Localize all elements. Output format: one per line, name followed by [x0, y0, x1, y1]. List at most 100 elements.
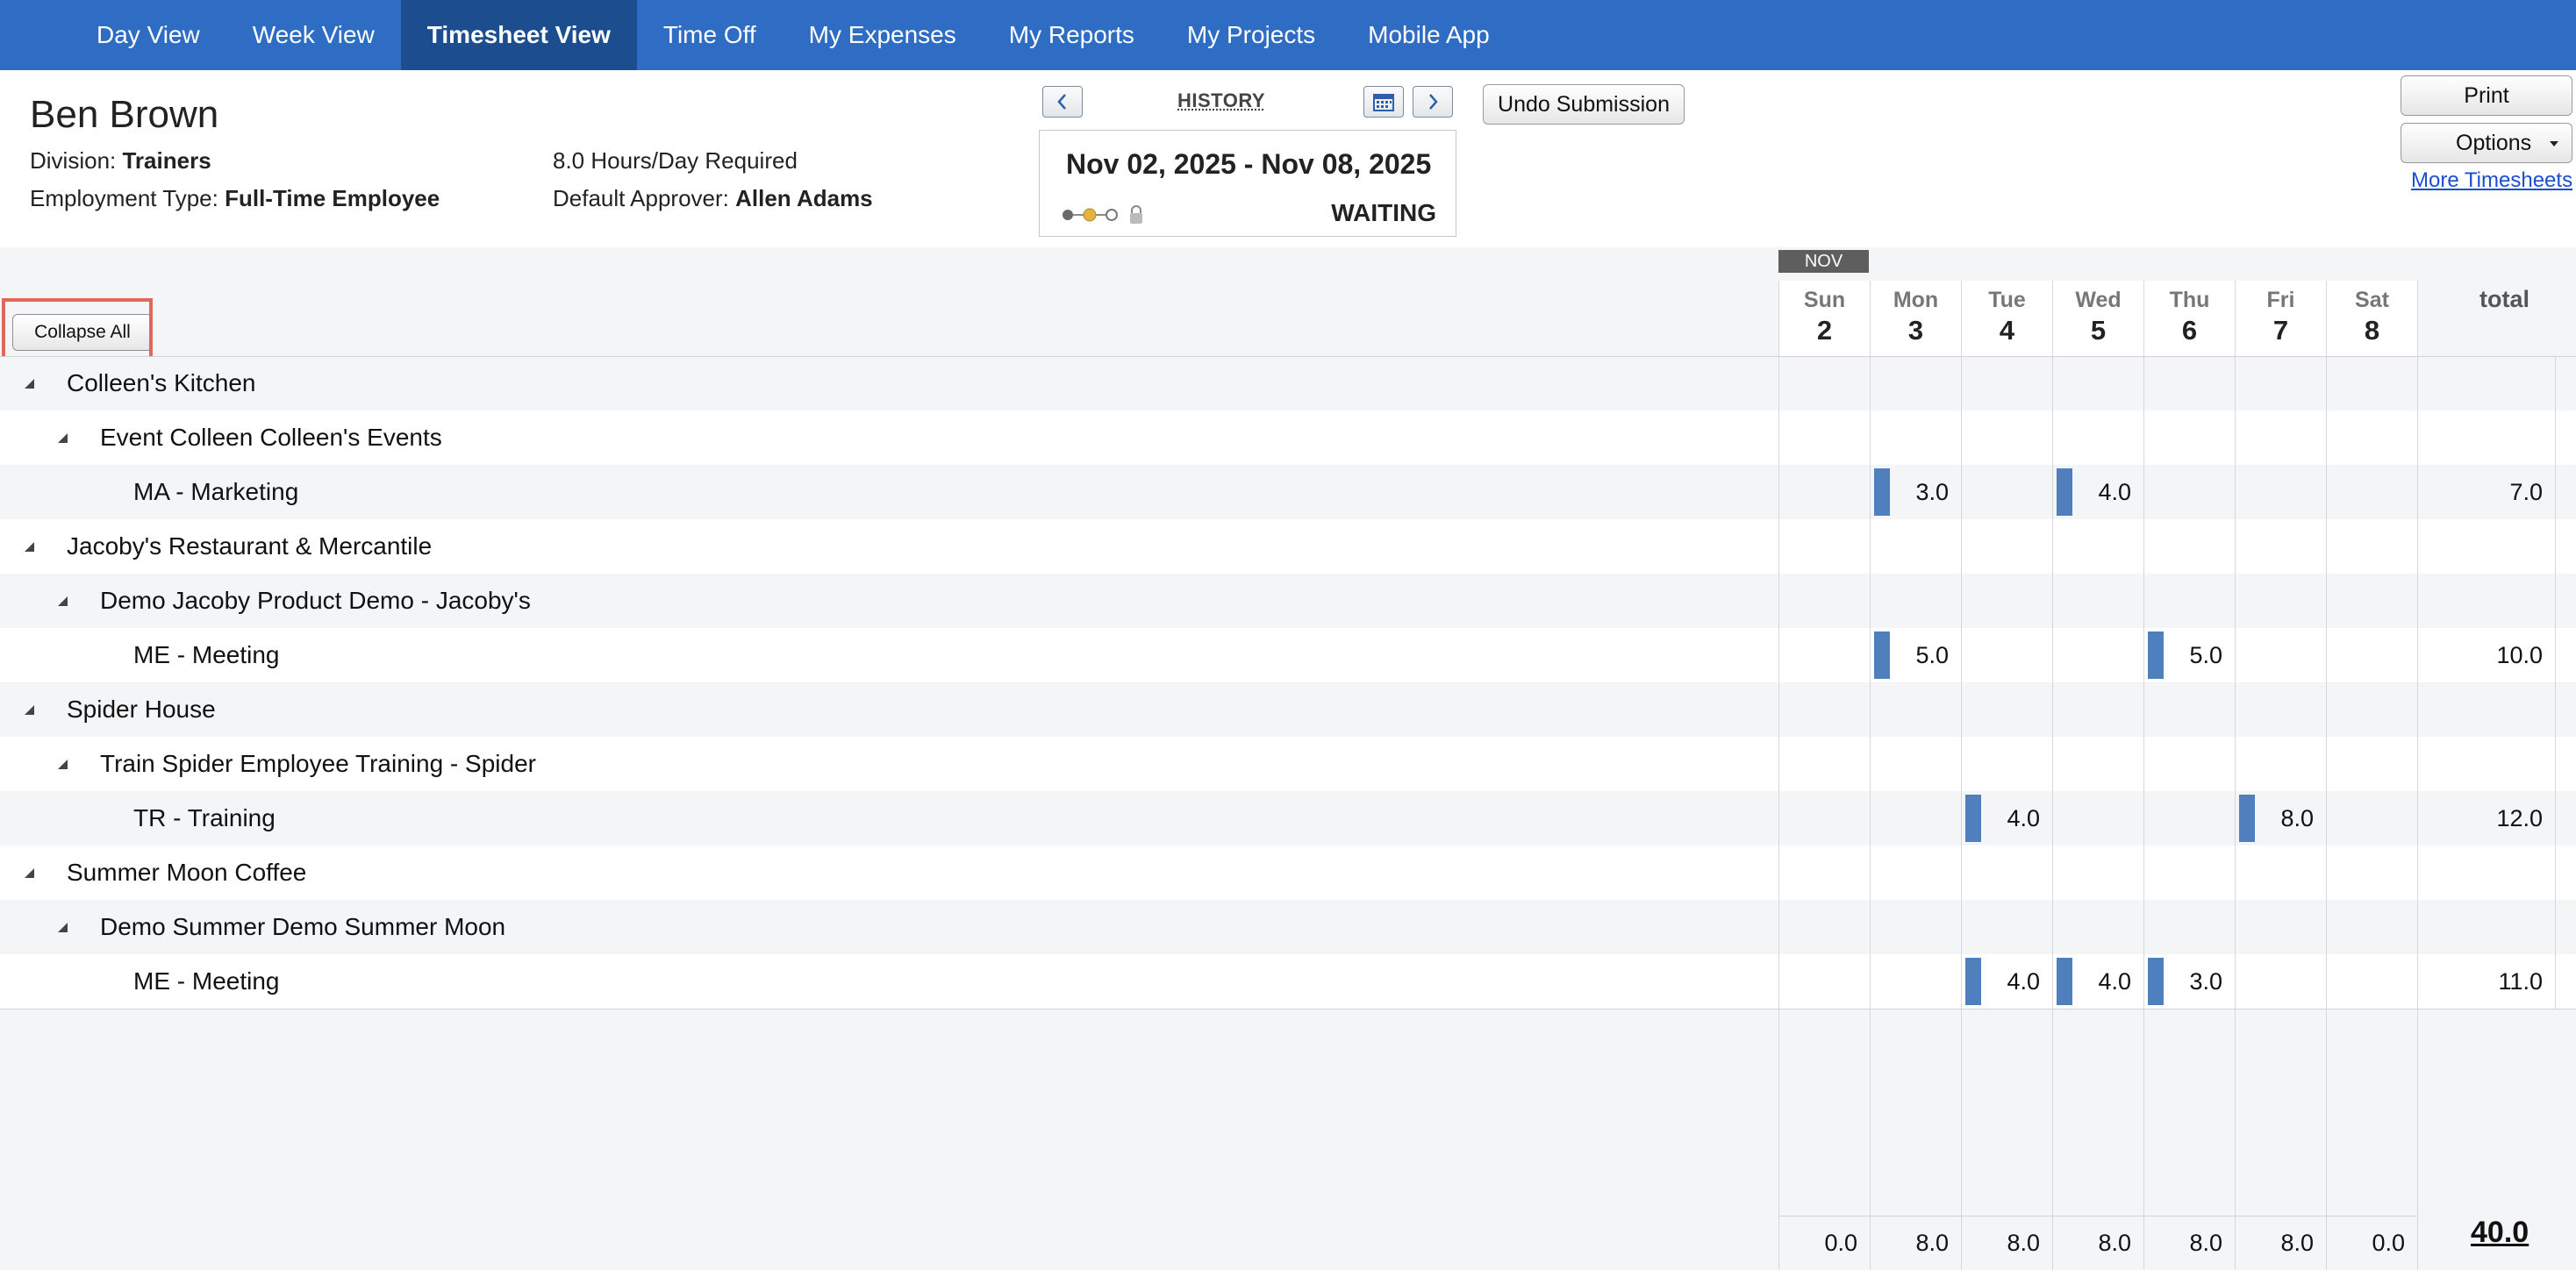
collapse-triangle-icon[interactable] — [54, 593, 70, 609]
hours-cell — [2235, 519, 2326, 574]
hours-cell[interactable]: 3.0 — [1870, 465, 1961, 519]
nav-tab-day-view[interactable]: Day View — [70, 0, 226, 70]
hours-cell[interactable]: 5.0 — [1870, 628, 1961, 682]
hours-cell[interactable] — [2143, 791, 2235, 845]
hours-cell[interactable]: 5.0 — [2143, 628, 2235, 682]
collapse-triangle-icon[interactable] — [21, 539, 37, 554]
next-period-button[interactable] — [1413, 86, 1453, 118]
hours-cell[interactable] — [1961, 465, 2052, 519]
nav-tab-my-reports[interactable]: My Reports — [983, 0, 1161, 70]
hours-cell[interactable]: 8.0 — [2235, 791, 2326, 845]
more-timesheets-link[interactable]: More Timesheets — [2411, 168, 2572, 193]
project-row: Demo Jacoby Product Demo - Jacoby's — [0, 574, 2576, 628]
hours-value: 3.0 — [2189, 967, 2222, 995]
hours-cell[interactable] — [2052, 628, 2143, 682]
hours-cell[interactable] — [2235, 954, 2326, 1009]
hours-cell[interactable] — [1961, 628, 2052, 682]
hours-cell[interactable] — [2326, 465, 2417, 519]
hours-cell — [1778, 519, 1870, 574]
prev-period-button[interactable] — [1042, 86, 1083, 118]
hours-value: 4.0 — [2007, 804, 2040, 831]
collapse-triangle-icon[interactable] — [21, 375, 37, 391]
hours-value: 8.0 — [2280, 804, 2314, 831]
row-label: Spider House — [67, 696, 216, 723]
hours-cell[interactable] — [2326, 791, 2417, 845]
undo-submission-button[interactable]: Undo Submission — [1483, 84, 1685, 125]
hours-cell[interactable] — [1778, 954, 1870, 1009]
hours-value: 4.0 — [2098, 478, 2131, 505]
hours-cell[interactable] — [2052, 791, 2143, 845]
day-name: Sun — [1803, 288, 1846, 312]
hours-cell — [2326, 682, 2417, 737]
collapse-triangle-icon[interactable] — [21, 865, 37, 881]
day-header-divider — [2417, 281, 2418, 356]
timesheet-grid: NOV total Collapse All Sun 2 Mon 3 Tue 4 Wed 5 T… — [0, 247, 2576, 1270]
hours-cell[interactable]: 4.0 — [2052, 465, 2143, 519]
chevron-right-icon — [1429, 94, 1438, 110]
collapse-triangle-icon[interactable] — [54, 919, 70, 935]
day-total: 0.0 — [2372, 1230, 2405, 1256]
print-button[interactable]: Print — [2401, 75, 2572, 116]
hours-cell[interactable]: 4.0 — [2052, 954, 2143, 1009]
hours-cell — [1870, 519, 1961, 574]
hours-cell[interactable]: 4.0 — [1961, 954, 2052, 1009]
hours-cell — [1870, 410, 1961, 465]
grand-total[interactable]: 40.0 — [2471, 1216, 2529, 1250]
hours-cell — [2143, 900, 2235, 954]
hours-cell[interactable] — [2235, 628, 2326, 682]
cell-divider — [2417, 682, 2418, 737]
hours-cell[interactable] — [1778, 628, 1870, 682]
nav-tab-timesheet-view[interactable]: Timesheet View — [400, 0, 637, 70]
hours-cell[interactable] — [2326, 954, 2417, 1009]
row-total: 11.0 — [2498, 967, 2543, 995]
cell-divider — [2417, 465, 2418, 519]
day-name: Tue — [1988, 288, 2026, 312]
hours-cell — [2143, 845, 2235, 900]
division-value: Trainers — [122, 147, 211, 174]
row-total: 12.0 — [2496, 804, 2543, 831]
nav-tab-mobile-app[interactable]: Mobile App — [1342, 0, 1516, 70]
collapse-triangle-icon[interactable] — [21, 702, 37, 717]
collapse-triangle-icon[interactable] — [54, 430, 70, 446]
hours-cell[interactable]: 3.0 — [2143, 954, 2235, 1009]
hours-cell — [1778, 737, 1870, 791]
options-button[interactable]: Options — [2401, 123, 2572, 163]
hours-cell[interactable] — [1870, 791, 1961, 845]
nav-tab-time-off[interactable]: Time Off — [637, 0, 783, 70]
client-row: Summer Moon Coffee — [0, 845, 2576, 900]
day-header-sun: Sun 2 — [1778, 281, 1870, 356]
hours-cell — [2143, 737, 2235, 791]
cell-divider — [2555, 954, 2556, 1009]
collapse-triangle-icon[interactable] — [54, 756, 70, 772]
calendar-button[interactable] — [1363, 86, 1404, 118]
status-badge: WAITING — [1331, 199, 1436, 226]
hours-cell[interactable]: 4.0 — [1961, 791, 2052, 845]
hours-bar — [1965, 958, 1981, 1005]
column-divider — [2417, 1009, 2418, 1270]
hours-cell[interactable] — [2326, 628, 2417, 682]
hours-cell — [1778, 845, 1870, 900]
hours-cell[interactable] — [1778, 791, 1870, 845]
day-name: Sat — [2355, 288, 2389, 312]
caret-down-icon — [2550, 141, 2558, 146]
nav-tab-my-projects[interactable]: My Projects — [1161, 0, 1342, 70]
hours-cell[interactable] — [2143, 465, 2235, 519]
day-header-thu: Thu 6 — [2143, 281, 2235, 356]
hours-cell[interactable] — [1778, 465, 1870, 519]
cell-divider — [2555, 791, 2556, 845]
hours-cell[interactable] — [1870, 954, 1961, 1009]
hours-cell — [1870, 356, 1961, 410]
hours-cell — [2052, 574, 2143, 628]
hours-bar — [2057, 468, 2072, 516]
day-total: 8.0 — [2189, 1230, 2222, 1256]
hours-cell — [2235, 410, 2326, 465]
nav-tab-week-view[interactable]: Week View — [226, 0, 401, 70]
hours-cell — [2235, 737, 2326, 791]
hours-cell[interactable] — [2235, 465, 2326, 519]
day-date: 6 — [2181, 315, 2198, 346]
nav-tab-my-expenses[interactable]: My Expenses — [783, 0, 983, 70]
hours-cell — [2326, 356, 2417, 410]
top-nav: Day View Week View Timesheet View Time Off M… — [0, 0, 2576, 70]
cell-divider — [2417, 628, 2418, 682]
history-link[interactable]: HISTORY — [1177, 89, 1265, 112]
